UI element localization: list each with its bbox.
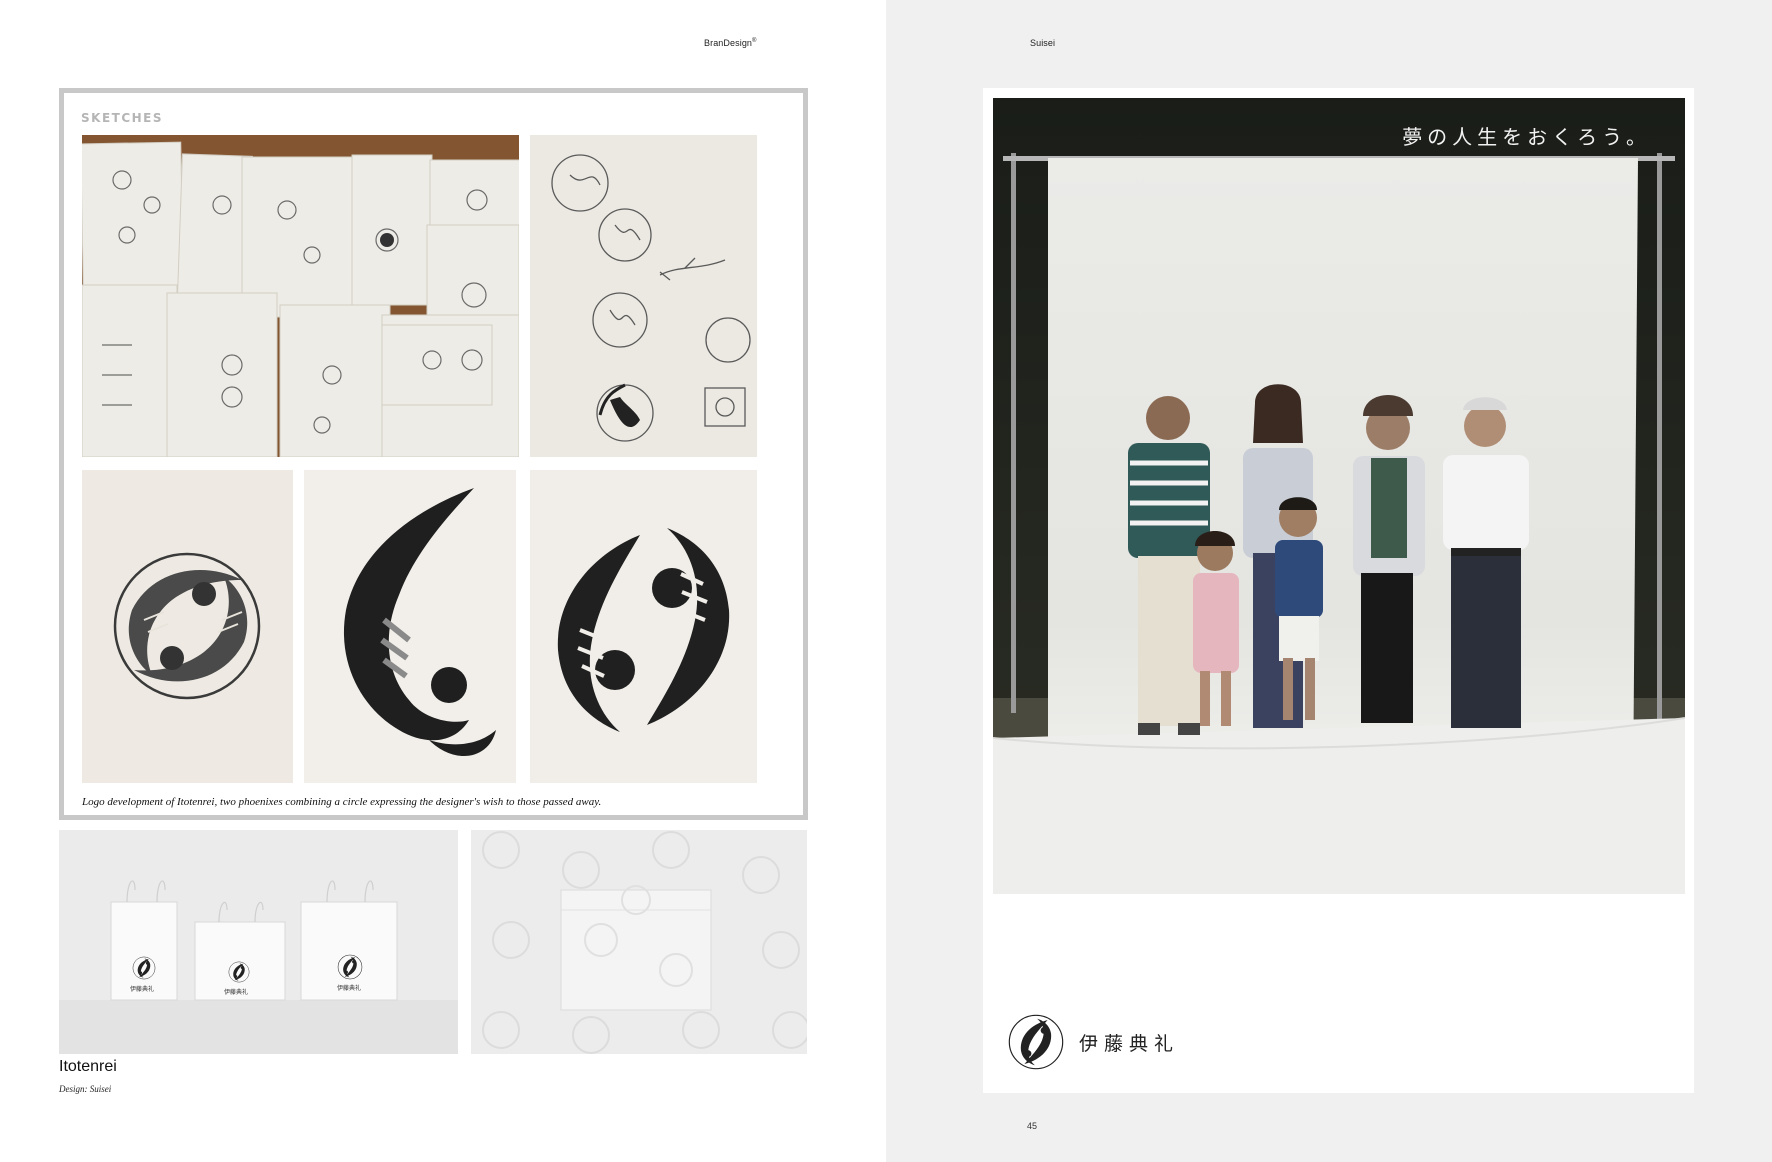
sketches-panel: SKETCHES Logo development of Itotenrei, …	[59, 88, 808, 820]
page-number: 45	[1027, 1121, 1038, 1131]
sketch-photo-circles	[530, 135, 757, 457]
project-name: Itotenrei	[59, 1058, 117, 1075]
running-head-right: Suisei	[1030, 38, 1056, 48]
bag-label-large: 伊藤典礼	[337, 985, 362, 992]
bag-label-small: 伊藤典礼	[130, 986, 155, 993]
design-credit: Design: Suisei	[59, 1084, 112, 1094]
running-head-left: BranDesign®	[704, 38, 757, 48]
phoenix-logo-icon	[1008, 1014, 1064, 1070]
poster-brand-name: 伊藤典礼	[1079, 1032, 1180, 1055]
left-page: BranDesign® SKETCHES Logo development of…	[0, 0, 886, 1162]
sketch-photo-single-phoenix	[304, 470, 516, 783]
sketch-photo-table	[82, 135, 519, 457]
poster-brand-lockup: 伊藤典礼	[1007, 1012, 1179, 1072]
sketches-title: SKETCHES	[81, 111, 164, 125]
bag-label-medium: 伊藤典礼	[224, 989, 249, 996]
itotenrei-poster: 夢の人生をおくろう。 伊藤典礼	[983, 88, 1694, 1093]
shopping-bags-photo: 伊藤典礼 伊藤典礼 伊藤典礼	[59, 830, 458, 1054]
sketch-photo-pencil-logo	[82, 470, 293, 783]
sketches-caption: Logo development of Itotenrei, two phoen…	[82, 796, 602, 808]
wrapping-paper-photo	[471, 830, 807, 1054]
sketch-photo-final-logo	[530, 470, 757, 783]
family-portrait-photo: 夢の人生をおくろう。	[993, 98, 1685, 894]
poster-slogan: 夢の人生をおくろう。	[1402, 125, 1651, 149]
